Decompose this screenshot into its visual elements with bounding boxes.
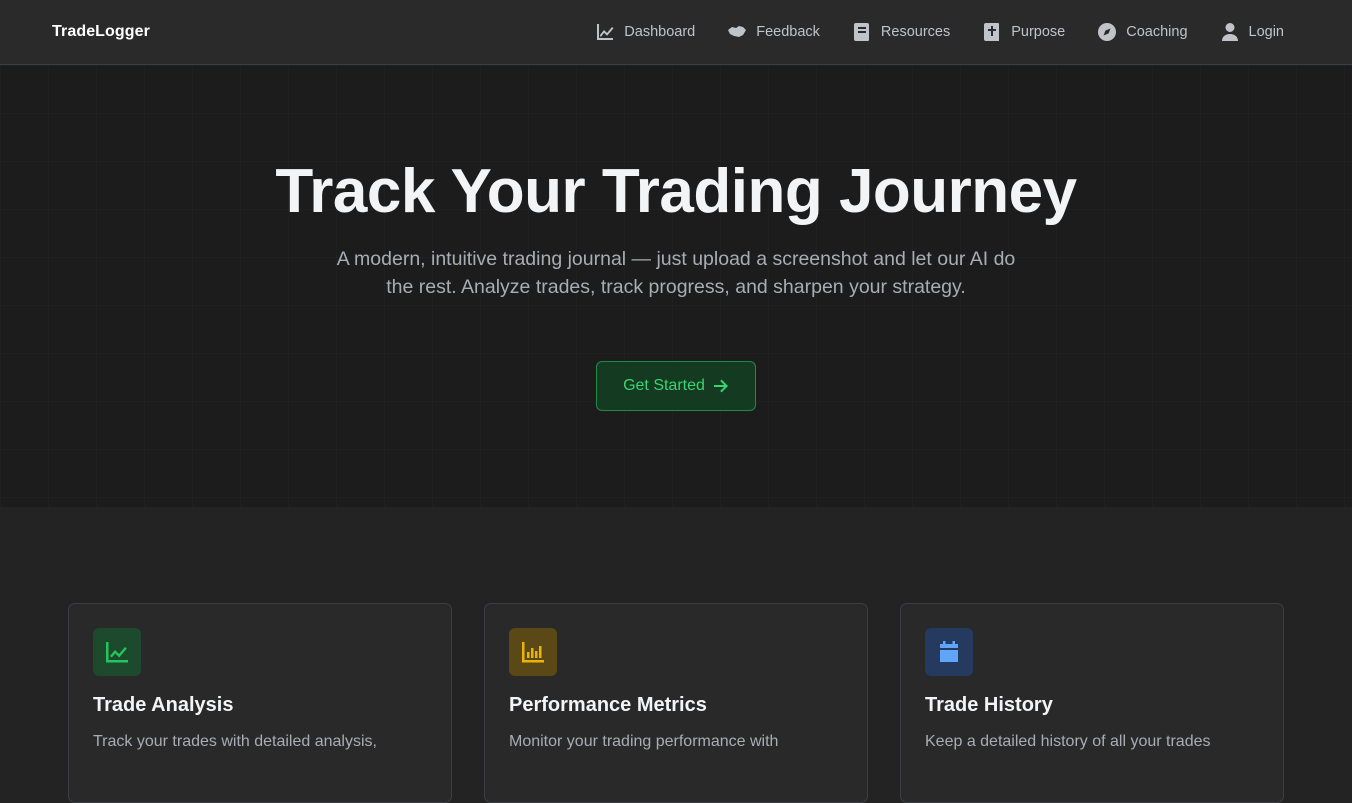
get-started-label: Get Started [623, 377, 705, 394]
feature-card-performance-metrics: Performance Metrics Monitor your trading… [484, 603, 868, 803]
feature-card-trade-history: Trade History Keep a detailed history of… [900, 603, 1284, 803]
features-section: Trade Analysis Track your trades with de… [0, 507, 1352, 803]
nav-purpose-label: Purpose [1011, 24, 1066, 40]
chart-line-icon [597, 24, 614, 40]
nav-coaching[interactable]: Coaching [1097, 22, 1188, 42]
feature-description: Monitor your trading performance with [509, 733, 779, 750]
nav-resources-label: Resources [880, 24, 951, 40]
book-icon [853, 23, 869, 41]
brand-logo[interactable]: TradeLogger [52, 23, 150, 41]
feature-title: Trade History [925, 694, 1053, 716]
performance-icon-box [509, 628, 557, 676]
top-navbar: TradeLogger Dashboard Feedback Resources… [0, 0, 1352, 65]
calendar-icon [940, 641, 958, 662]
feature-card-trade-analysis: Trade Analysis Track your trades with de… [68, 603, 452, 803]
handshake-icon [728, 26, 747, 37]
bar-chart-icon [522, 642, 544, 663]
nav-dashboard[interactable]: Dashboard [595, 22, 695, 42]
nav-login[interactable]: Login [1220, 22, 1284, 42]
nav-resources[interactable]: Resources [852, 22, 950, 42]
chart-line-icon [106, 642, 128, 663]
feature-title: Trade Analysis [93, 694, 234, 716]
nav-feedback[interactable]: Feedback [727, 22, 820, 42]
nav-links: Dashboard Feedback Resources Purpose Coa… [595, 22, 1284, 42]
nav-login-label: Login [1248, 24, 1284, 40]
nav-purpose[interactable]: Purpose [982, 22, 1065, 42]
hero-subtitle: A modern, intuitive trading journal — ju… [336, 248, 1016, 298]
feature-title: Performance Metrics [509, 694, 707, 716]
feature-description: Keep a detailed history of all your trad… [925, 733, 1211, 750]
nav-dashboard-label: Dashboard [624, 24, 696, 40]
compass-icon [1098, 23, 1117, 41]
get-started-button[interactable]: Get Started [596, 361, 756, 411]
bible-icon [984, 23, 1000, 41]
hero-title: Track Your Trading Journey [275, 157, 1077, 226]
user-icon [1221, 23, 1238, 41]
arrow-right-icon [713, 379, 728, 393]
nav-feedback-label: Feedback [756, 24, 820, 40]
feature-description: Track your trades with detailed analysis… [93, 733, 377, 750]
hero-section: Track Your Trading Journey A modern, int… [0, 65, 1352, 507]
trade-analysis-icon-box [93, 628, 141, 676]
nav-coaching-label: Coaching [1126, 24, 1188, 40]
trade-history-icon-box [925, 628, 973, 676]
